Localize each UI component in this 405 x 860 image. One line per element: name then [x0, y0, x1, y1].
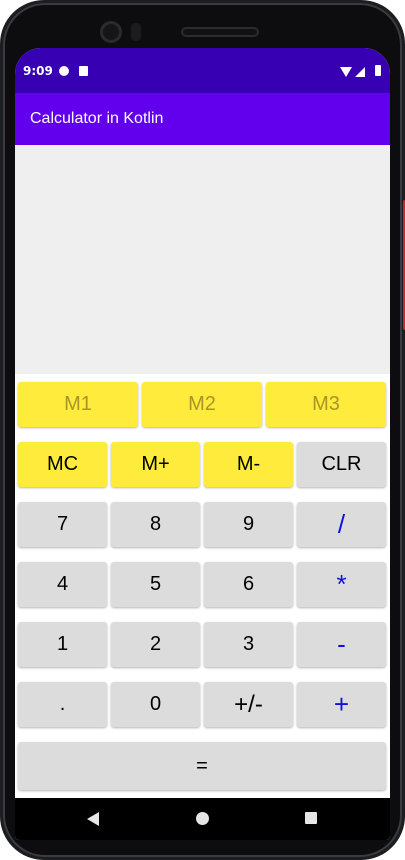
- signal-icon: [355, 67, 365, 77]
- notification-icon: [59, 66, 69, 76]
- digit-0-button[interactable]: 0: [111, 682, 200, 727]
- digit-8-button[interactable]: 8: [111, 502, 200, 547]
- equals-button[interactable]: =: [18, 742, 386, 790]
- battery-icon: [375, 65, 381, 76]
- digit-9-button[interactable]: 9: [204, 502, 293, 547]
- navigation-bar: [15, 798, 390, 840]
- clear-button[interactable]: CLR: [297, 442, 386, 487]
- earpiece-speaker: [181, 27, 259, 37]
- phone-frame: 9:09 Calculator in Kotlin M1 M2 M3 MC M+…: [0, 0, 405, 860]
- memory-slot-m3-button[interactable]: M3: [266, 382, 386, 427]
- digit-3-button[interactable]: 3: [204, 622, 293, 667]
- subtract-button[interactable]: -: [297, 622, 386, 667]
- recents-icon[interactable]: [305, 812, 317, 824]
- digit-4-button[interactable]: 4: [18, 562, 107, 607]
- status-bar: 9:09: [15, 48, 390, 93]
- sign-toggle-button[interactable]: +/-: [204, 682, 293, 727]
- wifi-icon: [340, 67, 352, 77]
- memory-clear-button[interactable]: MC: [18, 442, 107, 487]
- front-camera-icon: [100, 21, 122, 43]
- app-bar: Calculator in Kotlin: [15, 93, 390, 145]
- app-title: Calculator in Kotlin: [30, 110, 164, 127]
- digit-2-button[interactable]: 2: [111, 622, 200, 667]
- home-icon[interactable]: [196, 812, 209, 825]
- calculator-display: [15, 145, 390, 374]
- digit-6-button[interactable]: 6: [204, 562, 293, 607]
- memory-subtract-button[interactable]: M-: [204, 442, 293, 487]
- status-time: 9:09: [23, 64, 53, 78]
- add-button[interactable]: +: [297, 682, 386, 727]
- memory-slot-m2-button[interactable]: M2: [142, 382, 262, 427]
- digit-1-button[interactable]: 1: [18, 622, 107, 667]
- memory-slot-m1-button[interactable]: M1: [18, 382, 138, 427]
- digit-5-button[interactable]: 5: [111, 562, 200, 607]
- memory-add-button[interactable]: M+: [111, 442, 200, 487]
- back-icon[interactable]: [87, 812, 99, 826]
- divide-button[interactable]: /: [297, 502, 386, 547]
- multiply-button[interactable]: *: [297, 562, 386, 607]
- decimal-button[interactable]: .: [18, 682, 107, 727]
- screen: 9:09 Calculator in Kotlin M1 M2 M3 MC M+…: [15, 48, 390, 840]
- sd-card-icon: [79, 66, 88, 76]
- digit-7-button[interactable]: 7: [18, 502, 107, 547]
- sensor-icon: [131, 23, 141, 41]
